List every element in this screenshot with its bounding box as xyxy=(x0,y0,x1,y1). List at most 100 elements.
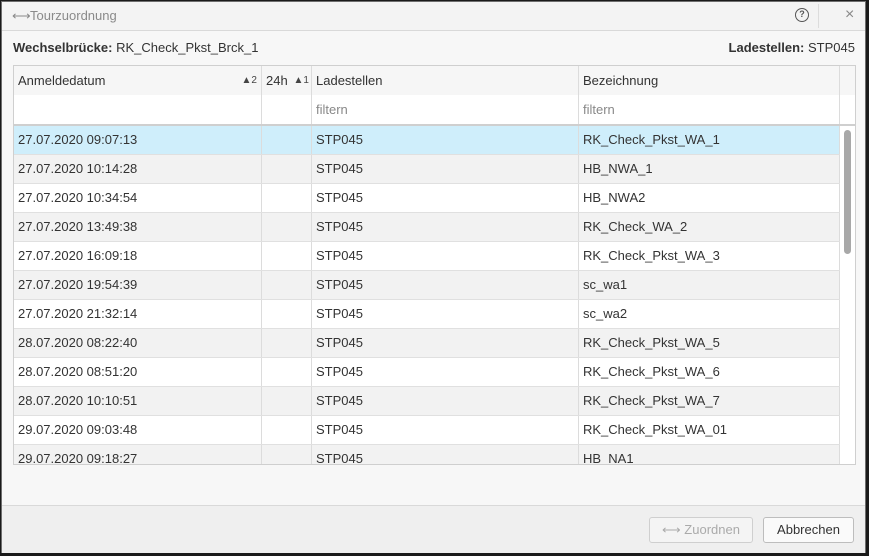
swap-body-value: RK_Check_Pkst_Brck_1 xyxy=(116,40,259,55)
cell-24h xyxy=(262,271,312,299)
cell-ladestellen: STP045 xyxy=(312,387,579,415)
cell-24h xyxy=(262,416,312,444)
cell-anmeldedatum: 27.07.2020 16:09:18 xyxy=(14,242,262,270)
swap-body-info: Wechselbrücke: RK_Check_Pkst_Brck_1 xyxy=(13,40,258,55)
grid-header: Anmeldedatum ▲2 24h ▲1 Ladestellen Bezei… xyxy=(14,66,855,96)
cell-ladestellen: STP045 xyxy=(312,184,579,212)
column-header-label: Bezeichnung xyxy=(583,73,659,88)
sort-asc-1-icon: ▲1 xyxy=(293,75,309,86)
table-row[interactable]: 28.07.2020 08:51:20 STP045 RK_Check_Pkst_W… xyxy=(14,358,840,387)
swap-arrows-icon: ⟷ xyxy=(12,8,31,23)
swap-body-label: Wechselbrücke: xyxy=(13,40,113,55)
table-row[interactable]: 27.07.2020 10:14:28 STP045 HB_NWA_1 xyxy=(14,155,840,184)
assign-button[interactable]: ⟷ Zuordnen xyxy=(649,517,753,543)
table-row[interactable]: 27.07.2020 21:32:14 STP045 sc_wa2 xyxy=(14,300,840,329)
cell-24h xyxy=(262,213,312,241)
cell-24h xyxy=(262,358,312,386)
cell-24h xyxy=(262,445,312,464)
cell-bezeichnung: sc_wa1 xyxy=(579,271,840,299)
title-bar: ⟷ Tourzuordnung ? × xyxy=(2,2,865,31)
cell-anmeldedatum: 27.07.2020 10:34:54 xyxy=(14,184,262,212)
filter-spacer xyxy=(840,95,855,124)
title-divider xyxy=(818,4,819,28)
table-row[interactable]: 28.07.2020 10:10:51 STP045 RK_Check_Pkst_W… xyxy=(14,387,840,416)
cell-anmeldedatum: 28.07.2020 10:10:51 xyxy=(14,387,262,415)
dialog-footer: ⟷ Zuordnen Abbrechen xyxy=(2,505,865,553)
filter-anmeldedatum[interactable] xyxy=(14,95,262,124)
cell-ladestellen: STP045 xyxy=(312,300,579,328)
tour-assignment-dialog: ⟷ Tourzuordnung ? × Wechselbrücke: RK_Ch… xyxy=(1,1,866,553)
cell-ladestellen: STP045 xyxy=(312,213,579,241)
cell-bezeichnung: HB_NWA2 xyxy=(579,184,840,212)
loading-points-label: Ladestellen: xyxy=(728,40,805,55)
table-row[interactable]: 27.07.2020 19:54:39 STP045 sc_wa1 xyxy=(14,271,840,300)
cell-bezeichnung: RK_Check_Pkst_WA_7 xyxy=(579,387,840,415)
cell-24h xyxy=(262,242,312,270)
dialog-title: Tourzuordnung xyxy=(30,8,117,23)
cell-bezeichnung: RK_Check_Pkst_WA_1 xyxy=(579,126,840,154)
column-header-ladestellen[interactable]: Ladestellen xyxy=(312,66,579,95)
help-icon[interactable]: ? xyxy=(795,8,809,22)
cell-24h xyxy=(262,300,312,328)
table-row[interactable]: 29.07.2020 09:18:27 STP045 HB_NA1 xyxy=(14,445,840,464)
column-header-label: 24h xyxy=(266,73,288,88)
cell-anmeldedatum: 28.07.2020 08:51:20 xyxy=(14,358,262,386)
column-header-spacer xyxy=(840,66,855,95)
swap-arrows-icon: ⟷ xyxy=(662,522,681,537)
cell-ladestellen: STP045 xyxy=(312,358,579,386)
cancel-button[interactable]: Abbrechen xyxy=(763,517,854,543)
column-header-label: Anmeldedatum xyxy=(18,73,106,88)
cell-bezeichnung: sc_wa2 xyxy=(579,300,840,328)
scrollbar-thumb[interactable] xyxy=(844,130,851,254)
cell-anmeldedatum: 27.07.2020 13:49:38 xyxy=(14,213,262,241)
cell-bezeichnung: RK_Check_Pkst_WA_5 xyxy=(579,329,840,357)
cell-bezeichnung: RK_Check_Pkst_WA_3 xyxy=(579,242,840,270)
cell-ladestellen: STP045 xyxy=(312,155,579,183)
table-row[interactable]: 27.07.2020 10:34:54 STP045 HB_NWA2 xyxy=(14,184,840,213)
table-row[interactable]: 28.07.2020 08:22:40 STP045 RK_Check_Pkst_W… xyxy=(14,329,840,358)
cell-anmeldedatum: 28.07.2020 08:22:40 xyxy=(14,329,262,357)
cell-24h xyxy=(262,155,312,183)
cell-anmeldedatum: 27.07.2020 21:32:14 xyxy=(14,300,262,328)
cell-24h xyxy=(262,329,312,357)
filter-bezeichnung-input[interactable]: filtern xyxy=(579,95,840,124)
cell-ladestellen: STP045 xyxy=(312,416,579,444)
cell-24h xyxy=(262,126,312,154)
cell-24h xyxy=(262,184,312,212)
table-row[interactable]: 29.07.2020 09:03:48 STP045 RK_Check_Pkst_W… xyxy=(14,416,840,445)
assign-button-label: Zuordnen xyxy=(684,522,740,537)
cell-ladestellen: STP045 xyxy=(312,126,579,154)
cell-bezeichnung: RK_Check_WA_2 xyxy=(579,213,840,241)
vertical-scrollbar[interactable] xyxy=(840,126,855,464)
filter-24h[interactable] xyxy=(262,95,312,124)
cell-ladestellen: STP045 xyxy=(312,329,579,357)
cell-24h xyxy=(262,387,312,415)
cell-anmeldedatum: 29.07.2020 09:18:27 xyxy=(14,445,262,464)
column-header-24h[interactable]: 24h ▲1 xyxy=(262,66,312,95)
loading-points-info: Ladestellen: STP045 xyxy=(729,40,855,55)
tour-grid: Anmeldedatum ▲2 24h ▲1 Ladestellen Bezei… xyxy=(13,65,856,465)
cell-anmeldedatum: 27.07.2020 19:54:39 xyxy=(14,271,262,299)
table-row[interactable]: 27.07.2020 13:49:38 STP045 RK_Check_WA_2 xyxy=(14,213,840,242)
table-row[interactable]: 27.07.2020 09:07:13 STP045 RK_Check_Pkst_W… xyxy=(14,126,840,155)
loading-points-value: STP045 xyxy=(808,40,855,55)
cell-bezeichnung: RK_Check_Pkst_WA_01 xyxy=(579,416,840,444)
cell-anmeldedatum: 29.07.2020 09:03:48 xyxy=(14,416,262,444)
sort-asc-2-icon: ▲2 xyxy=(241,75,257,86)
filter-ladestellen-input[interactable]: filtern xyxy=(312,95,579,124)
cell-bezeichnung: RK_Check_Pkst_WA_6 xyxy=(579,358,840,386)
cell-ladestellen: STP045 xyxy=(312,242,579,270)
cell-bezeichnung: HB_NA1 xyxy=(579,445,840,464)
cell-ladestellen: STP045 xyxy=(312,445,579,464)
grid-body: 27.07.2020 09:07:13 STP045 RK_Check_Pkst_W… xyxy=(14,126,840,464)
filter-row: filtern filtern xyxy=(14,95,855,126)
cell-anmeldedatum: 27.07.2020 10:14:28 xyxy=(14,155,262,183)
cell-anmeldedatum: 27.07.2020 09:07:13 xyxy=(14,126,262,154)
cell-ladestellen: STP045 xyxy=(312,271,579,299)
column-header-anmeldedatum[interactable]: Anmeldedatum ▲2 xyxy=(14,66,262,95)
cell-bezeichnung: HB_NWA_1 xyxy=(579,155,840,183)
column-header-bezeichnung[interactable]: Bezeichnung xyxy=(579,66,840,95)
table-row[interactable]: 27.07.2020 16:09:18 STP045 RK_Check_Pkst_W… xyxy=(14,242,840,271)
close-icon[interactable]: × xyxy=(845,6,854,24)
column-header-label: Ladestellen xyxy=(316,73,383,88)
